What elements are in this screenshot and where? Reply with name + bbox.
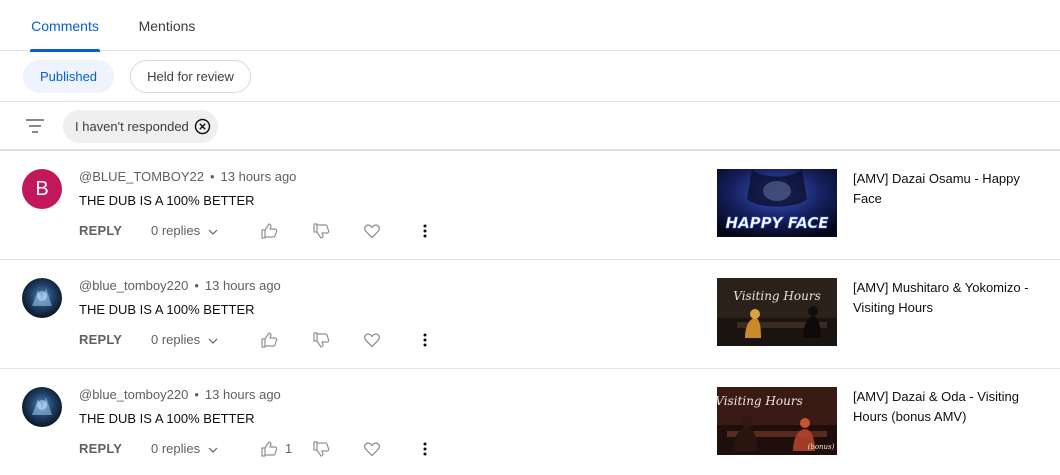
thumbs-up-icon[interactable] bbox=[260, 222, 278, 240]
thumbnail-art: Visiting Hours bbox=[717, 278, 837, 346]
thumbnail-art: Visiting Hours (bonus) bbox=[717, 387, 837, 455]
heart-icon[interactable] bbox=[363, 222, 381, 240]
thumbnail-subtitle: (bonus) bbox=[808, 443, 835, 451]
video-title-link[interactable]: [AMV] Mushitaro & Yokomizo - Visiting Ho… bbox=[853, 278, 1033, 318]
video-thumbnail[interactable]: Visiting Hours (bonus) bbox=[717, 387, 837, 455]
filter-chip-label: I haven't responded bbox=[75, 119, 189, 134]
active-filter-chip: I haven't responded bbox=[63, 110, 218, 143]
chevron-down-icon bbox=[208, 447, 218, 453]
like-count: 1 bbox=[285, 441, 293, 456]
tab-bar: Comments Mentions bbox=[0, 0, 1060, 52]
replies-count: 0 replies bbox=[151, 332, 201, 347]
comment-meta: @blue_tomboy220 • 13 hours ago bbox=[79, 387, 281, 402]
chevron-down-icon bbox=[208, 229, 218, 235]
filter-bar: I haven't responded bbox=[0, 102, 1060, 151]
reply-button[interactable]: REPLY bbox=[79, 223, 122, 238]
meta-separator: • bbox=[194, 387, 199, 402]
replies-count: 0 replies bbox=[151, 223, 201, 238]
avatar-image bbox=[32, 288, 52, 306]
comment-row: @blue_tomboy220 • 13 hours ago THE DUB IS … bbox=[0, 260, 1060, 369]
more-vert-icon[interactable] bbox=[417, 440, 433, 458]
chip-published[interactable]: Published bbox=[23, 60, 114, 93]
replies-toggle[interactable]: 0 replies bbox=[151, 223, 218, 238]
meta-separator: • bbox=[209, 169, 215, 184]
comment-author[interactable]: @BLUE_TOMBOY22 bbox=[79, 169, 204, 184]
comment-text: THE DUB IS A 100% BETTER bbox=[79, 193, 255, 208]
comment-actions: REPLY 0 replies bbox=[79, 221, 449, 241]
thumbnail-title: Visiting Hours bbox=[717, 394, 803, 408]
comment-author[interactable]: @blue_tomboy220 bbox=[79, 278, 188, 293]
reply-button[interactable]: REPLY bbox=[79, 332, 122, 347]
video-thumbnail[interactable]: HAPPY FACE bbox=[717, 169, 837, 237]
avatar[interactable]: B bbox=[22, 169, 62, 209]
tab-mentions[interactable]: Mentions bbox=[125, 0, 209, 51]
replies-toggle[interactable]: 0 replies bbox=[151, 332, 218, 347]
thumbs-down-icon[interactable] bbox=[312, 222, 330, 240]
more-vert-icon[interactable] bbox=[417, 331, 433, 349]
comment-row: B @BLUE_TOMBOY22 • 13 hours ago THE DUB IS… bbox=[0, 151, 1060, 260]
filter-icon[interactable] bbox=[25, 116, 45, 136]
more-vert-icon[interactable] bbox=[417, 222, 433, 240]
video-thumbnail[interactable]: Visiting Hours bbox=[717, 278, 837, 346]
comment-author[interactable]: @blue_tomboy220 bbox=[79, 387, 188, 402]
thumbnail-art: HAPPY FACE bbox=[717, 169, 837, 237]
comment-row: @blue_tomboy220 • 13 hours ago THE DUB IS … bbox=[0, 369, 1060, 475]
avatar-image bbox=[32, 397, 52, 415]
comment-text: THE DUB IS A 100% BETTER bbox=[79, 302, 255, 317]
meta-separator: • bbox=[194, 278, 199, 293]
replies-count: 0 replies bbox=[151, 441, 201, 456]
status-chip-bar: Published Held for review bbox=[0, 51, 1060, 102]
thumbs-down-icon[interactable] bbox=[312, 440, 330, 458]
heart-icon[interactable] bbox=[363, 440, 381, 458]
heart-icon[interactable] bbox=[363, 331, 381, 349]
avatar[interactable] bbox=[22, 387, 62, 427]
comment-meta: @blue_tomboy220 • 13 hours ago bbox=[79, 278, 281, 293]
remove-filter-icon[interactable] bbox=[194, 118, 211, 135]
thumbs-up-icon[interactable] bbox=[260, 440, 278, 458]
replies-toggle[interactable]: 0 replies bbox=[151, 441, 218, 456]
comment-actions: REPLY 0 replies bbox=[79, 330, 449, 350]
comment-time[interactable]: 13 hours ago bbox=[205, 387, 281, 402]
tab-comments[interactable]: Comments bbox=[23, 0, 107, 52]
comment-actions: REPLY 0 replies 1 bbox=[79, 439, 449, 459]
video-title-link[interactable]: [AMV] Dazai & Oda - Visiting Hours (bonu… bbox=[853, 387, 1033, 427]
tab-comments-label: Comments bbox=[31, 18, 99, 34]
comment-time[interactable]: 13 hours ago bbox=[221, 169, 297, 184]
reply-button[interactable]: REPLY bbox=[79, 441, 122, 456]
thumbs-up-icon[interactable] bbox=[260, 331, 278, 349]
chevron-down-icon bbox=[208, 338, 218, 344]
chip-held-for-review[interactable]: Held for review bbox=[130, 60, 251, 93]
tab-mentions-label: Mentions bbox=[138, 18, 196, 34]
comment-text: THE DUB IS A 100% BETTER bbox=[79, 411, 255, 426]
thumbnail-title: HAPPY FACE bbox=[726, 214, 830, 232]
avatar[interactable] bbox=[22, 278, 62, 318]
comment-time[interactable]: 13 hours ago bbox=[205, 278, 281, 293]
thumbs-down-icon[interactable] bbox=[312, 331, 330, 349]
video-title-link[interactable]: [AMV] Dazai Osamu - Happy Face bbox=[853, 169, 1033, 209]
comment-meta: @BLUE_TOMBOY22 • 13 hours ago bbox=[79, 169, 296, 184]
thumbnail-title: Visiting Hours bbox=[733, 289, 821, 303]
